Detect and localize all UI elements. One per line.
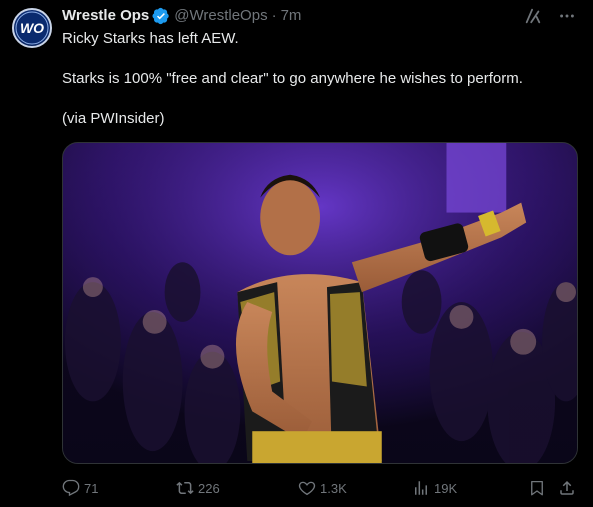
bookmark-button[interactable] [528,476,546,500]
separator-dot: · [271,7,277,24]
like-count: 1.3K [320,480,347,496]
tweet-image[interactable] [62,142,578,464]
views-icon [415,481,427,495]
wrestle-ops-logo: WO [15,11,49,45]
avatar[interactable]: WO [12,8,52,48]
verified-badge-icon [152,7,170,25]
tweet-content: Wrestle Ops @WrestleOps · 7m Ricky Stark… [62,6,577,129]
author-handle[interactable]: @WrestleOps [174,6,267,26]
views-button[interactable]: 19K [412,476,457,500]
more-icon[interactable] [557,6,577,26]
reply-button[interactable]: 71 [62,476,98,500]
wrestler-photo [63,143,577,463]
tweet-line-2: Starks is 100% "free and clear" to go an… [62,70,523,87]
share-button[interactable] [558,476,576,500]
reply-count: 71 [84,480,99,496]
tweet-line-3: (via PWInsider) [62,110,165,127]
retweet-button[interactable]: 226 [176,476,220,500]
share-icon [560,480,574,495]
author-name[interactable]: Wrestle Ops [62,6,149,26]
bookmark-icon [531,480,543,496]
tweet-actions: 71 226 1.3K 19K [62,476,577,500]
svg-text:WO: WO [20,20,44,36]
retweet-icon [176,481,194,495]
tweet-header: Wrestle Ops @WrestleOps · 7m [62,6,577,26]
tweet[interactable]: WO Wrestle Ops @WrestleOps · 7m Ricky St… [0,0,593,507]
tweet-line-1: Ricky Starks has left AEW. [62,30,239,47]
timestamp[interactable]: 7m [281,6,302,26]
like-button[interactable]: 1.3K [298,476,347,500]
tweet-text: Ricky Starks has left AEW. Starks is 100… [62,29,577,129]
reply-icon [62,479,80,497]
retweet-count: 226 [198,480,220,496]
views-count: 19K [434,480,458,496]
heart-icon [298,481,316,496]
grok-icon[interactable] [523,6,543,26]
header-actions [523,6,577,26]
